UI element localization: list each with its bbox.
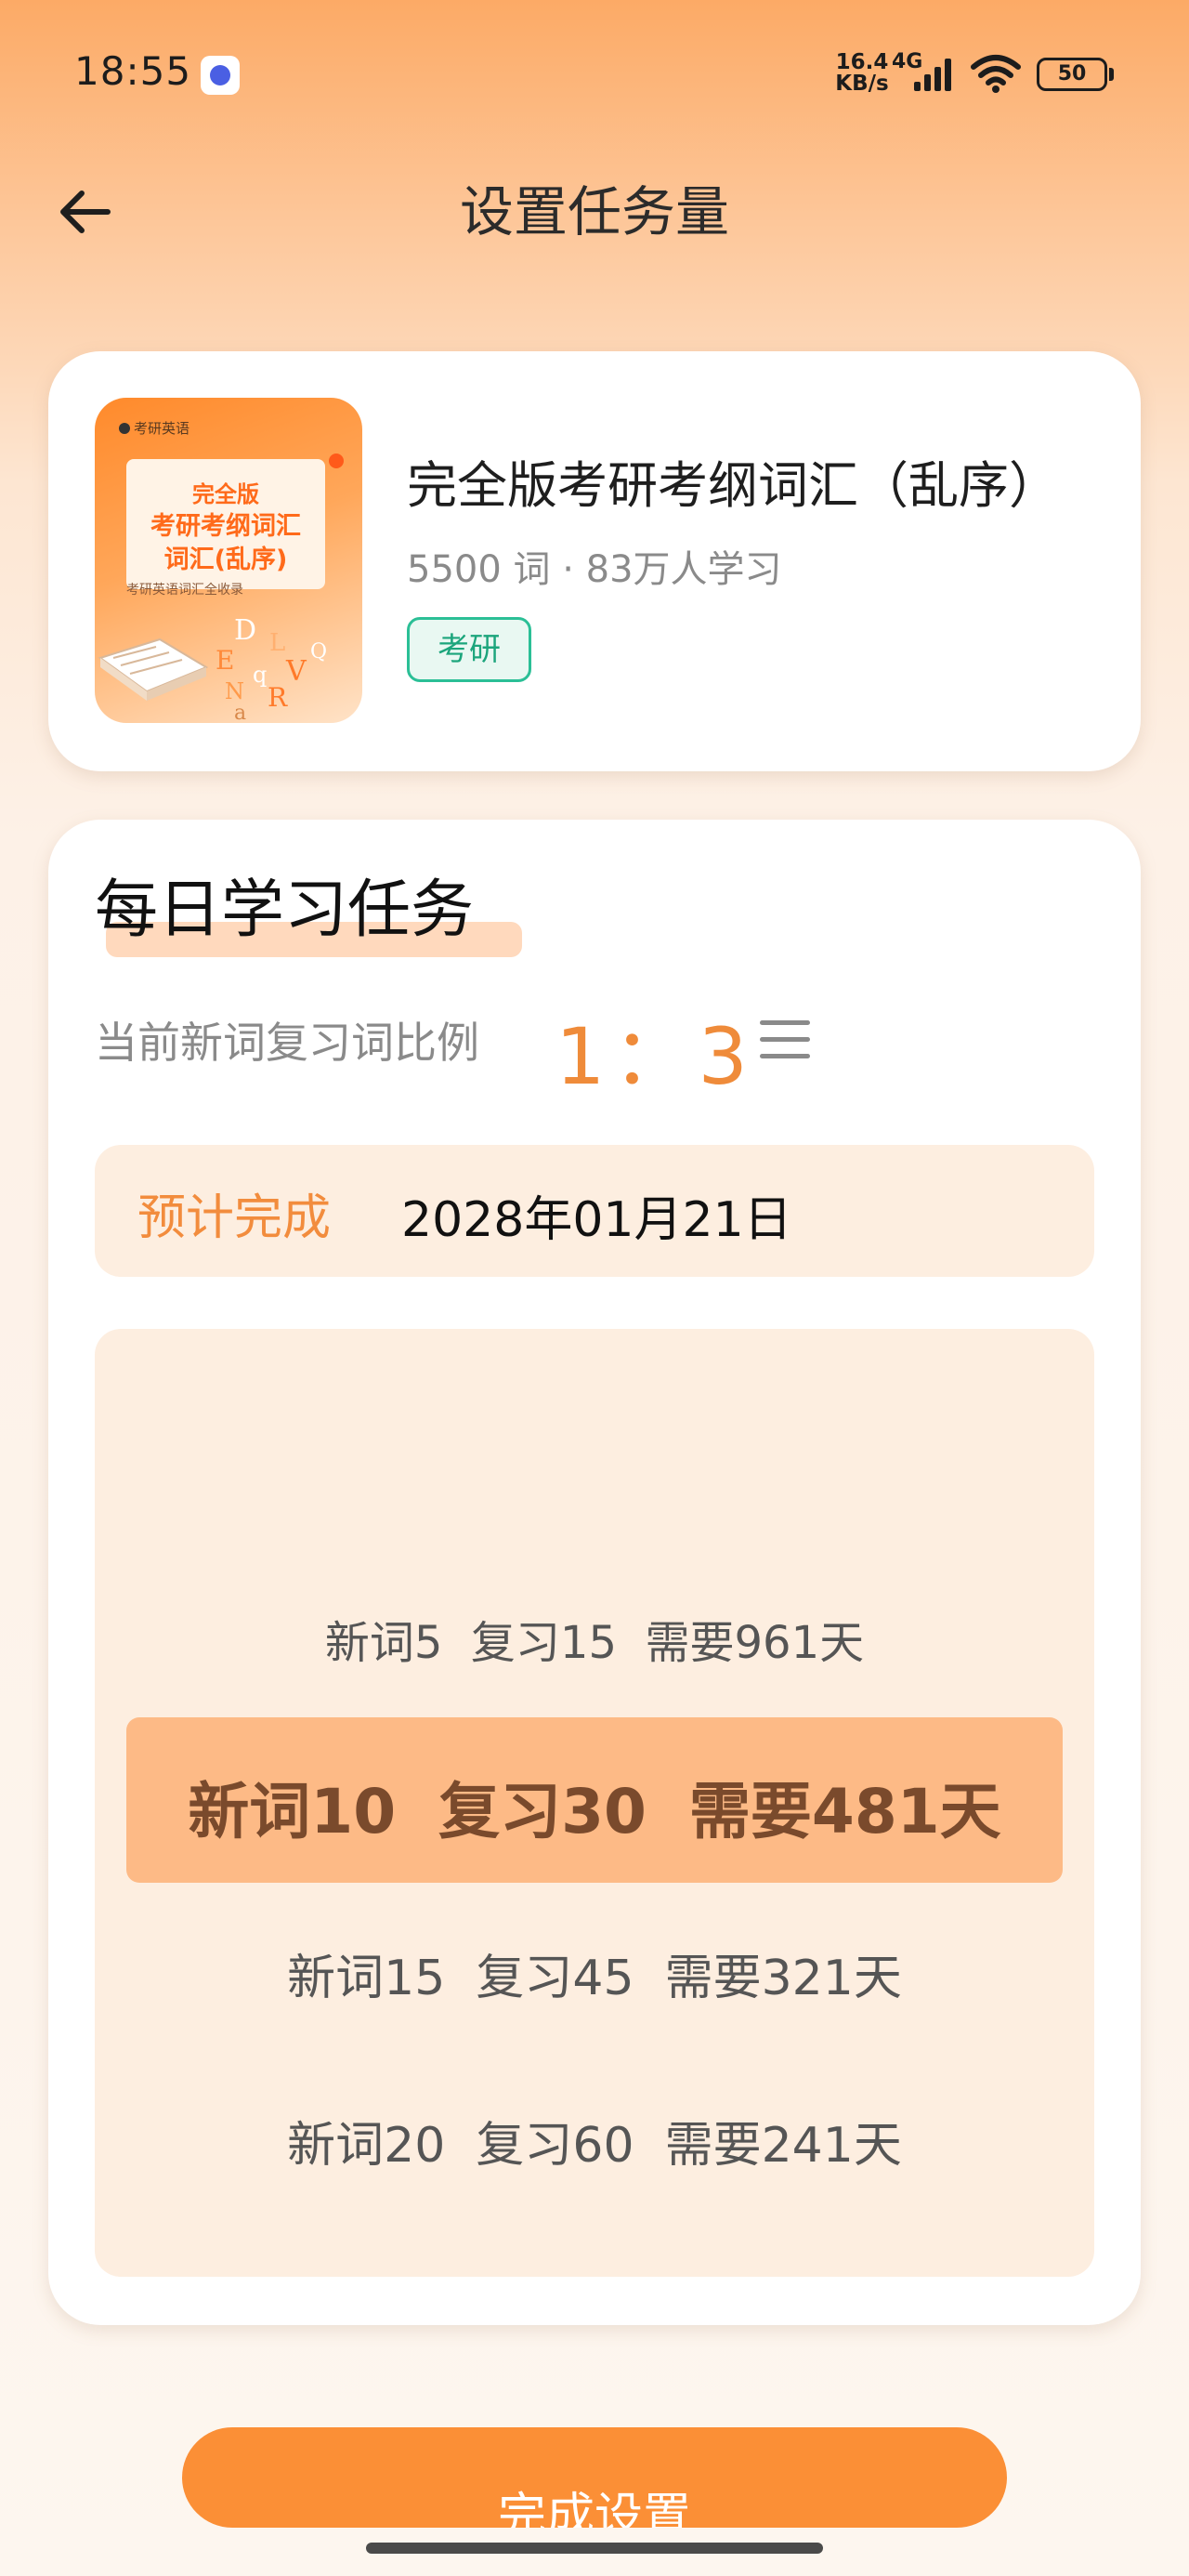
book-title: 完全版考研考纲词汇（乱序）: [407, 456, 1059, 515]
picker-option-selected[interactable]: 新词10 复习30 需要481天: [95, 1762, 1094, 1851]
picker-option[interactable]: 新词15 复习45 需要321天: [95, 1939, 1094, 2008]
estimated-finish-date: 2028年01月21日: [401, 1192, 792, 1248]
svg-text:R: R: [268, 682, 288, 713]
svg-text:Q: Q: [310, 640, 327, 664]
battery-icon: 50: [1037, 58, 1115, 91]
ratio-value: 1：3: [555, 1011, 755, 1102]
status-time: 18:55: [74, 48, 192, 94]
status-bar: 18:55 16.4 KB/s 4G 50: [0, 0, 1189, 149]
svg-text:q: q: [253, 662, 267, 688]
picker-option[interactable]: 新词20 复习60 需要241天: [95, 2106, 1094, 2175]
svg-text:N: N: [225, 678, 244, 704]
network-speed: 16.4 KB/s: [832, 52, 892, 95]
cover-subtitle: 考研英语词汇全收录: [126, 583, 243, 598]
daily-task-card: 每日学习任务 当前新词复习词比例 1：3 预计完成 2028年01月21日 新词…: [48, 820, 1141, 2325]
cover-title-line3: 词汇(乱序): [163, 545, 288, 574]
svg-text:a: a: [234, 702, 246, 723]
estimated-finish-label: 预计完成: [137, 1190, 332, 1246]
book-category-tag: 考研: [407, 617, 531, 682]
signal-icon: [914, 59, 951, 91]
done-button-label: 完成设置: [497, 2489, 691, 2528]
cover-title-panel: 完全版 考研考纲词汇 词汇(乱序): [126, 459, 325, 589]
open-book-illustration: D L E q V N R a Q: [98, 614, 327, 723]
battery-tip: [1109, 68, 1114, 81]
task-heading-wrap: 每日学习任务: [95, 874, 522, 957]
wifi-icon: [971, 55, 1021, 93]
svg-text:L: L: [269, 629, 285, 657]
picker-option[interactable]: 新词5 复习15 需要961天: [95, 1606, 1094, 1671]
back-arrow-icon[interactable]: [52, 178, 119, 245]
done-button[interactable]: 完成设置: [182, 2427, 1007, 2528]
book-meta: 5500 词 · 83万人学习: [407, 548, 782, 591]
svg-text:V: V: [285, 655, 307, 688]
ratio-label: 当前新词复习词比例: [95, 1018, 479, 1068]
battery-level: 50: [1037, 58, 1107, 91]
book-card[interactable]: 考研英语 完全版 考研考纲词汇 词汇(乱序) 考研英语词汇全收录 D L E q…: [48, 351, 1141, 771]
page-title: 设置任务量: [459, 180, 729, 243]
book-cover-image: 考研英语 完全版 考研考纲词汇 词汇(乱序) 考研英语词汇全收录 D L E q…: [95, 398, 362, 723]
cover-publisher: 考研英语: [119, 418, 189, 438]
task-amount-picker[interactable]: 新词5 复习15 需要961天 新词10 复习30 需要481天 新词15 复习…: [95, 1329, 1094, 2277]
estimated-finish-box: 预计完成 2028年01月21日: [95, 1145, 1094, 1277]
task-heading: 每日学习任务: [95, 874, 475, 947]
network-speed-value: 16.4: [835, 50, 889, 74]
svg-text:D: D: [234, 614, 256, 647]
svg-text:E: E: [216, 645, 234, 676]
cover-decoration-dot: [329, 453, 344, 468]
app-notification-icon: [201, 56, 240, 95]
network-speed-unit: KB/s: [835, 72, 889, 96]
home-indicator[interactable]: [366, 2543, 823, 2554]
cover-title-line2: 考研考纲词汇: [150, 512, 301, 541]
ratio-menu-icon[interactable]: [760, 1020, 810, 1065]
cover-title-line1: 完全版: [192, 481, 259, 507]
